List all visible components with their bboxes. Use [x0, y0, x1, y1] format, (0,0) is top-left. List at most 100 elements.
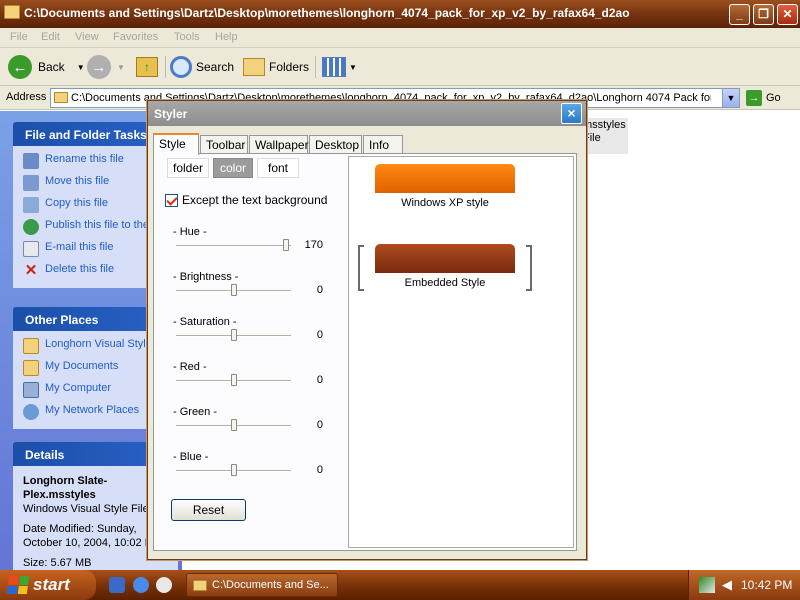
start-button[interactable]: start	[0, 570, 96, 600]
slider-group: - Red - 0	[173, 361, 333, 401]
minimize-button[interactable]: _	[729, 4, 750, 25]
tab-toolbar[interactable]: Toolbar	[200, 135, 248, 154]
embedded-style-caption: Embedded Style	[404, 277, 486, 289]
internet-explorer-icon[interactable]	[133, 577, 149, 593]
window-title: C:\Documents and Settings\Dartz\Desktop\…	[24, 6, 630, 20]
menu-tools[interactable]: Tools	[174, 31, 200, 43]
system-tray: ◀ 10:42 PM	[688, 570, 800, 600]
go-button[interactable]: → Go	[746, 90, 781, 106]
task-label: Rename this file	[45, 153, 124, 165]
search-icon	[170, 56, 192, 78]
file-item-line1: msstyles	[583, 119, 626, 131]
folders-button[interactable]: Folders	[243, 54, 309, 80]
styler-title: Styler	[154, 107, 188, 121]
slider-thumb[interactable]	[231, 419, 237, 431]
slider-label: - Blue -	[173, 451, 209, 463]
style-preview-pane: Windows XP style Embedded Style	[348, 156, 574, 548]
styler-close-button[interactable]: ×	[561, 103, 582, 124]
address-dropdown-button[interactable]: ▼	[722, 89, 739, 107]
chevron-down-icon: ▼	[349, 62, 357, 72]
slider-thumb[interactable]	[231, 374, 237, 386]
task-label: Copy this file	[45, 197, 108, 209]
menu-edit[interactable]: Edit	[41, 31, 60, 43]
taskbar-task-label: C:\Documents and Se...	[212, 579, 329, 591]
slider-value: 0	[316, 464, 323, 476]
slider-group: - Green - 0	[173, 406, 333, 446]
back-button[interactable]: ← Back ▼	[8, 54, 85, 80]
menu-favorites[interactable]: Favorites	[113, 31, 158, 43]
xp-style-caption: Windows XP style	[401, 197, 489, 209]
place-label: My Network Places	[45, 404, 140, 416]
subtab-folder[interactable]: folder	[167, 158, 209, 178]
slider-track[interactable]	[176, 245, 291, 247]
volume-icon[interactable]: ◀	[719, 577, 735, 593]
up-folder-button[interactable]: ↑	[136, 54, 158, 80]
menu-help[interactable]: Help	[215, 31, 238, 43]
tab-wallpaper[interactable]: Wallpaper	[249, 135, 309, 154]
chevron-down-icon: ▼	[117, 62, 125, 72]
forward-button[interactable]: → ▼	[87, 54, 125, 80]
close-button[interactable]: ✕	[777, 4, 798, 25]
views-icon	[322, 57, 346, 77]
quick-launch-explorer-icon[interactable]	[109, 577, 125, 593]
slider-thumb[interactable]	[231, 464, 237, 476]
start-label: start	[33, 575, 70, 594]
slider-value: 0	[316, 419, 323, 431]
envelope-icon	[23, 241, 39, 257]
search-button[interactable]: Search	[170, 54, 234, 80]
menu-file[interactable]: File	[10, 31, 28, 43]
toolbar-separator	[165, 56, 166, 78]
slider-group: - Brightness - 0	[173, 271, 333, 311]
taskbar-explorer-button[interactable]: C:\Documents and Se...	[186, 573, 338, 597]
slider-thumb[interactable]	[231, 284, 237, 296]
task-label: Delete this file	[45, 263, 115, 275]
go-label: Go	[766, 92, 781, 104]
toolbar-separator	[315, 56, 316, 78]
menu-view[interactable]: View	[75, 31, 99, 43]
views-button[interactable]: ▼	[322, 54, 357, 80]
move-icon	[23, 175, 39, 191]
embedded-style-preview-bar	[375, 244, 515, 273]
menu-bar: File Edit View Favorites Tools Help	[0, 28, 800, 48]
subtab-color[interactable]: color	[213, 158, 253, 178]
up-folder-icon: ↑	[136, 57, 158, 77]
reset-button[interactable]: Reset	[171, 499, 246, 521]
clock: 10:42 PM	[741, 578, 793, 592]
slider-value: 0	[316, 284, 323, 296]
tab-style[interactable]: Style	[153, 133, 199, 155]
network-icon	[23, 404, 39, 420]
left-bracket	[358, 245, 364, 291]
except-text-background-checkbox[interactable]: Except the text background	[165, 193, 327, 207]
folder-icon	[4, 5, 20, 19]
slider-group: - Hue - 170	[173, 226, 333, 266]
file-item-line2: File	[583, 132, 601, 144]
media-player-icon[interactable]	[156, 577, 172, 593]
tab-desktop[interactable]: Desktop	[309, 135, 362, 154]
slider-label: - Green -	[173, 406, 218, 418]
copy-icon	[23, 197, 39, 213]
selected-file-item[interactable]: msstyles File	[580, 118, 628, 154]
task-label: Move this file	[45, 175, 110, 187]
folder-icon	[54, 92, 68, 103]
documents-folder-icon	[23, 360, 39, 376]
place-label: My Computer	[45, 382, 112, 394]
checkbox-label: Except the text background	[182, 193, 328, 207]
place-label: My Documents	[45, 360, 119, 372]
slider-label: - Saturation -	[173, 316, 237, 328]
tab-info[interactable]: Info	[363, 135, 403, 154]
tray-app-icon[interactable]	[699, 577, 715, 593]
subtab-font[interactable]: font	[257, 158, 299, 178]
explorer-titlebar[interactable]: C:\Documents and Settings\Dartz\Desktop\…	[0, 0, 800, 28]
checkbox-checked[interactable]	[165, 193, 178, 207]
right-bracket	[526, 245, 532, 291]
maximize-button[interactable]: ❐	[753, 4, 774, 25]
windows-logo-icon	[6, 576, 30, 594]
slider-thumb[interactable]	[283, 239, 289, 251]
slider-thumb[interactable]	[231, 329, 237, 341]
place-label: Longhorn Visual Styles	[45, 338, 145, 350]
slider-value: 0	[316, 374, 323, 386]
globe-icon	[23, 219, 39, 235]
back-label: Back	[38, 60, 65, 74]
slider-group: - Blue - 0	[173, 451, 333, 491]
styler-titlebar[interactable]: Styler ×	[148, 101, 586, 126]
